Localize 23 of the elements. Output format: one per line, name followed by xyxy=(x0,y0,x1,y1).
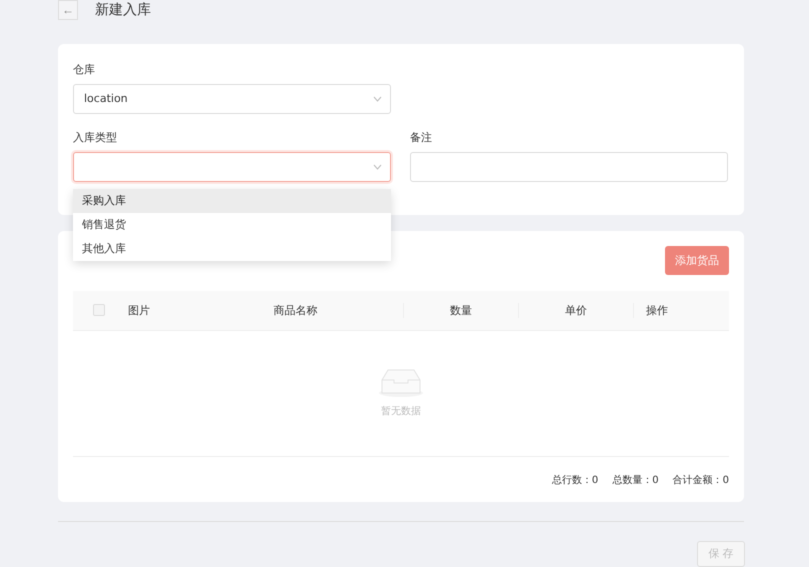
dropdown-option[interactable]: 其他入库 xyxy=(73,236,391,261)
type-select[interactable] xyxy=(73,152,391,182)
field-label: 仓库 xyxy=(73,62,96,76)
column-header: 数量 xyxy=(403,302,518,318)
warehouse-select[interactable]: location xyxy=(73,84,391,114)
summary-text: 总行数：0 xyxy=(552,474,598,487)
empty-box-icon xyxy=(378,368,424,398)
chevron-icon xyxy=(373,96,382,102)
empty-text: 暂无数据 xyxy=(381,404,421,418)
chevron-icon xyxy=(373,164,382,170)
summary-text: 合计金额：0 xyxy=(672,474,729,487)
field-label: 入库类型 xyxy=(73,130,118,144)
summary-text: 总数量：0 xyxy=(612,474,659,487)
column-header: 商品名称 xyxy=(272,302,318,318)
column-header: 单价 xyxy=(518,302,633,318)
page-title: 新建入库 xyxy=(95,1,151,20)
dropdown-option[interactable]: 采购入库 xyxy=(73,188,391,213)
column-header: 操作 xyxy=(633,302,729,318)
checkbox[interactable] xyxy=(93,304,105,316)
field-label: 备注 xyxy=(410,130,433,144)
column-header: 图片 xyxy=(128,302,151,318)
remark-field[interactable] xyxy=(410,152,728,182)
dropdown-option[interactable]: 销售退货 xyxy=(73,212,391,237)
